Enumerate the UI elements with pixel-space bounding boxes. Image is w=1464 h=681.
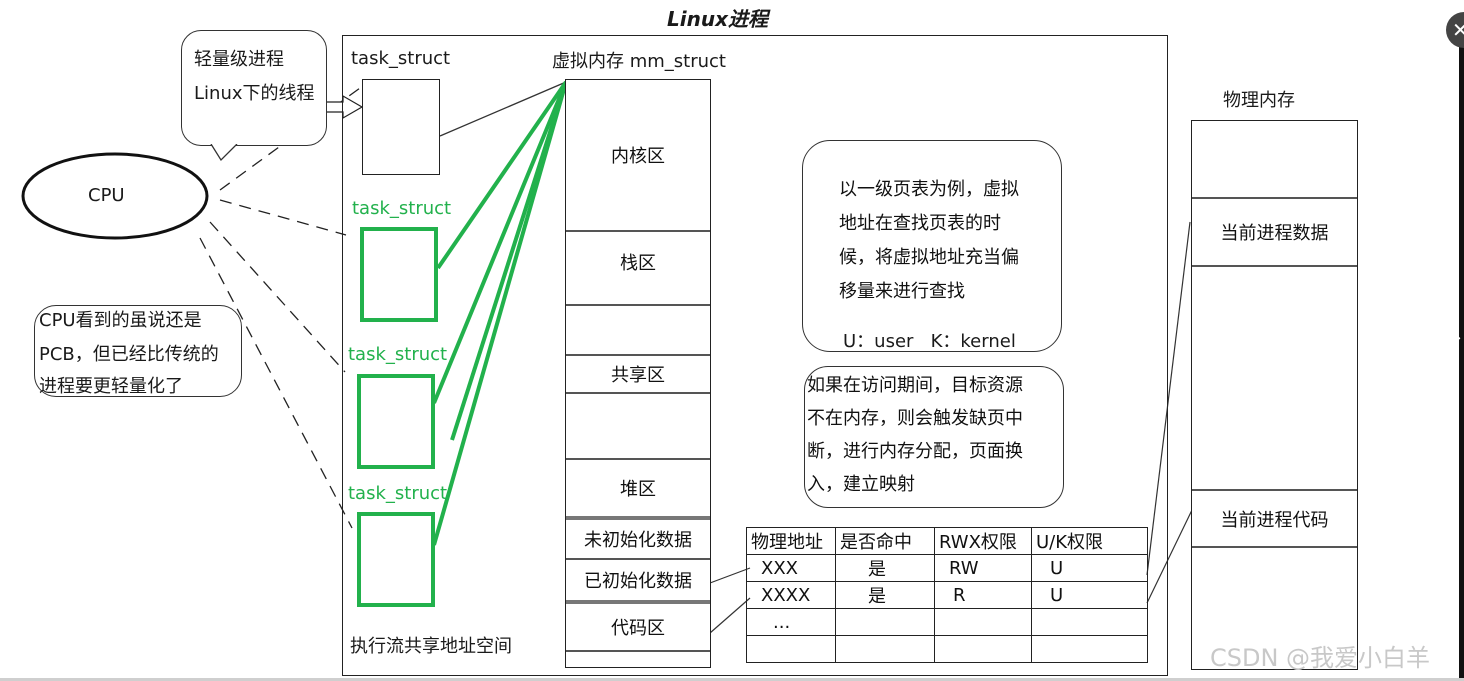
region-gap2 [566, 392, 710, 458]
region-shared: 共享区 [566, 354, 710, 392]
page-table-note-text: 以一级页表为例，虚拟 地址在查找页表的时 候，将虚拟地址充当偏 移量来进行查找 [839, 179, 1019, 302]
region-code: 代码区 [566, 600, 710, 650]
cpu-note-line3: 进程要更轻量化了 [39, 376, 183, 397]
phys-block-process-code: 当前进程代码 [1192, 489, 1357, 546]
cpu-label: CPU [88, 185, 125, 206]
page-table-note: 以一级页表为例，虚拟 地址在查找页表的时 候，将虚拟地址充当偏 移量来进行查找 … [802, 140, 1062, 352]
region-kernel: 内核区 [611, 146, 665, 167]
uk-legend: U：user K：kernel [843, 331, 1016, 352]
virtual-memory-column: 内核区 栈区 共享区 堆区 未初始化数据 已初始化数据 代码区 [565, 79, 711, 668]
region-gap1 [566, 304, 710, 354]
diagram-title: Linux进程 [667, 7, 768, 31]
page-table-header: 物理地址 是否命中 RWX权限 U/K权限 [746, 527, 1148, 555]
shared-space-footer: 执行流共享地址空间 [350, 636, 512, 657]
page-table: 物理地址 是否命中 RWX权限 U/K权限 XXX 是 RW U XXXX 是 … [746, 527, 1148, 663]
physical-memory-label: 物理内存 [1223, 90, 1295, 111]
task-struct-label-thread3: task_struct [348, 483, 448, 504]
cpu-note: CPU看到的虽说还是 PCB，但已经比传统的 进程要更轻量化了 [34, 305, 242, 397]
table-row: XXX 是 RW U [746, 554, 1148, 582]
bubble-tail [210, 144, 238, 162]
page-fault-note: 如果在访问期间，目标资源 不在内存，则会触发缺页中 断，进行内存分配，页面换 入… [804, 366, 1064, 508]
cpu-note-line2: PCB，但已经比传统的 [39, 344, 219, 365]
csdn-watermark: CSDN @我爱小白羊 [1210, 644, 1431, 672]
region-bottom [566, 650, 710, 669]
table-row [746, 635, 1148, 663]
cpu-note-line1: CPU看到的虽说还是 [39, 310, 202, 331]
phys-block-0 [1192, 121, 1357, 197]
region-data: 已初始化数据 [566, 558, 710, 600]
phys-block-2 [1192, 265, 1357, 489]
phys-block-process-data: 当前进程数据 [1192, 197, 1357, 265]
task-struct-thread1 [360, 227, 438, 322]
physical-memory-column: 当前进程数据 当前进程代码 [1191, 120, 1358, 670]
table-row: XXXX 是 R U [746, 581, 1148, 609]
thread-bubble: 轻量级进程 Linux下的线程 [181, 30, 327, 146]
task-struct-label-main: task_struct [351, 48, 451, 69]
region-bss: 未初始化数据 [566, 516, 710, 558]
page-fault-note-text: 如果在访问期间，目标资源 不在内存，则会触发缺页中 断，进行内存分配，页面换 入… [807, 375, 1023, 495]
viewer-right-edge [1459, 30, 1464, 681]
region-stack: 栈区 [566, 230, 710, 304]
task-struct-thread3 [357, 512, 435, 607]
region-heap: 堆区 [566, 458, 710, 516]
task-struct-label-thread1: task_struct [352, 198, 452, 219]
next-image-icon[interactable]: › [1455, 328, 1461, 347]
task-struct-label-thread2: task_struct [348, 344, 448, 365]
task-struct-main [362, 79, 440, 175]
mm-struct-label: 虚拟内存 mm_struct [552, 51, 726, 72]
thread-bubble-line2: Linux下的线程 [194, 83, 315, 104]
task-struct-thread2 [357, 374, 435, 469]
table-row: ... [746, 608, 1148, 636]
thread-bubble-line1: 轻量级进程 [194, 49, 284, 70]
